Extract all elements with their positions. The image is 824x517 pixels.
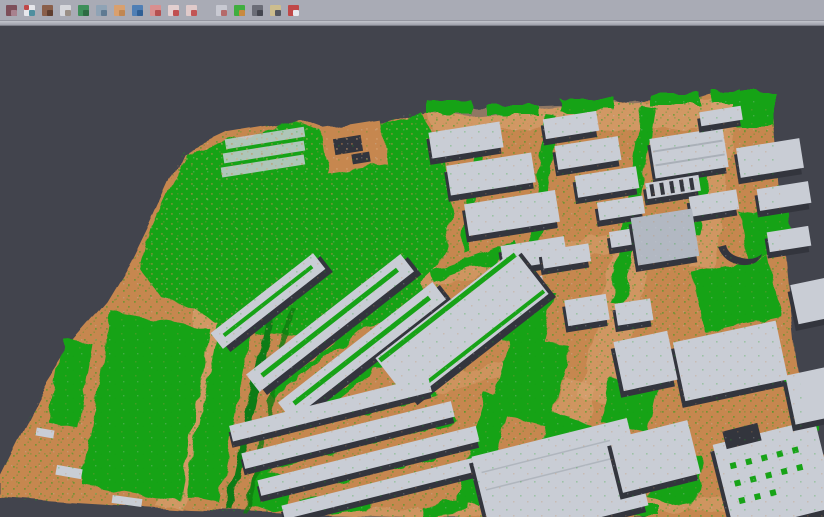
classification-colors-tool-icon[interactable] <box>232 3 247 18</box>
3d-viewport[interactable] <box>0 26 824 517</box>
terrain-tool-icon[interactable] <box>40 3 55 18</box>
profile-tool-icon[interactable] <box>94 3 109 18</box>
mesh-surface-tool-icon[interactable] <box>76 3 91 18</box>
pick-point-tool-icon[interactable] <box>22 3 37 18</box>
globe-tool-icon[interactable] <box>130 3 145 18</box>
find-tool-icon[interactable] <box>250 3 265 18</box>
delete-tool-icon[interactable] <box>268 3 283 18</box>
crop-zoom-tool-icon[interactable] <box>184 3 199 18</box>
main-toolbar <box>0 0 824 21</box>
histogram-tool-icon[interactable] <box>148 3 163 18</box>
point-cloud-render[interactable] <box>0 26 824 517</box>
move-tool-icon[interactable] <box>4 3 19 18</box>
target-center-tool-icon[interactable] <box>166 3 181 18</box>
render-view-tool-icon[interactable] <box>214 3 229 18</box>
save-export-tool-icon[interactable] <box>286 3 301 18</box>
application-window <box>0 0 824 517</box>
box-clip-tool-icon[interactable] <box>112 3 127 18</box>
point-cloud-tool-icon[interactable] <box>58 3 73 18</box>
